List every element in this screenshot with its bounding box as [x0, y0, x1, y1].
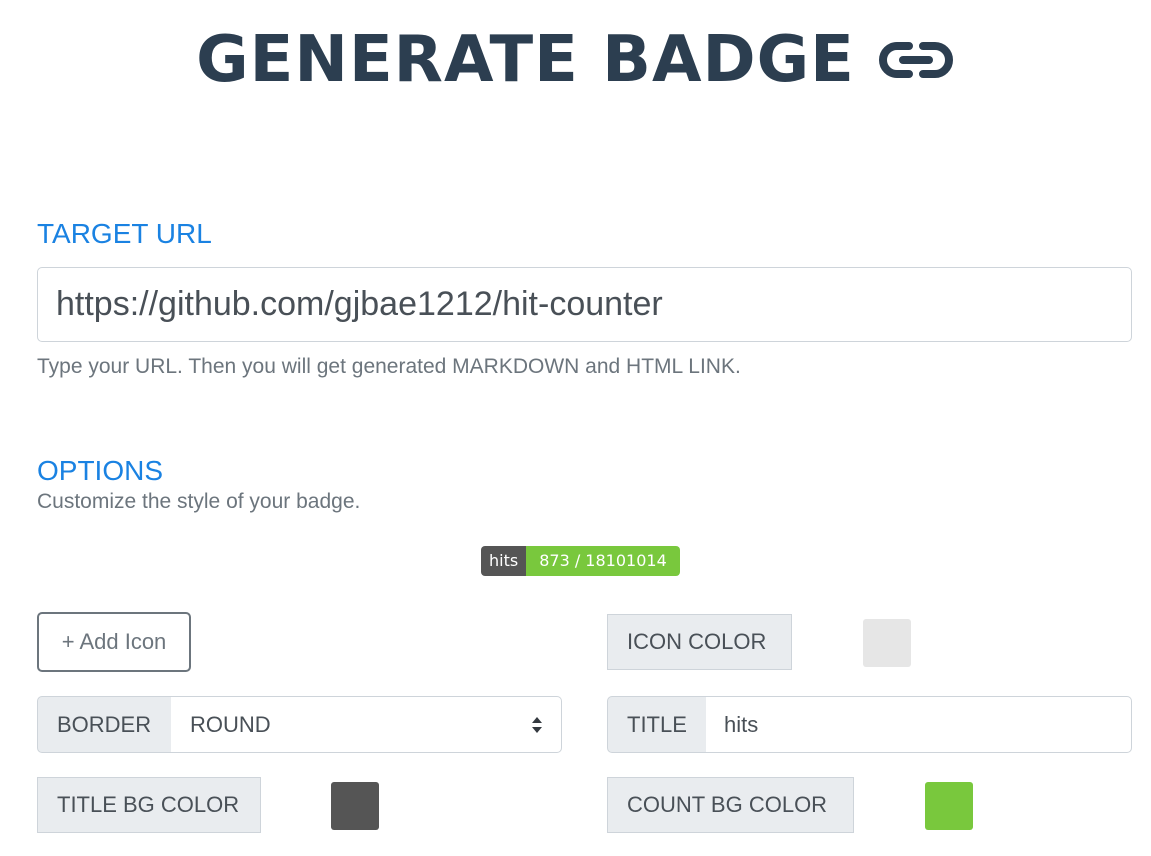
options-label: OPTIONS: [37, 455, 164, 486]
icon-color-swatch[interactable]: [863, 619, 911, 667]
border-label: BORDER: [37, 696, 172, 753]
icon-color-label: ICON COLOR: [607, 614, 792, 670]
page-title: GENERATE BADGE: [196, 23, 855, 97]
link-icon: [877, 38, 955, 82]
target-url-input[interactable]: [37, 267, 1132, 342]
title-input-value: hits: [724, 711, 759, 737]
count-bg-color-label: COUNT BG COLOR: [607, 777, 854, 833]
select-arrows-icon: [531, 715, 543, 735]
count-bg-color-swatch[interactable]: [925, 782, 973, 830]
border-select-value: ROUND: [190, 711, 271, 737]
badge-preview: hits 873 / 18101014: [481, 546, 680, 576]
badge-count: 873 / 18101014: [526, 546, 680, 576]
page-header: GENERATE BADGE: [0, 22, 1151, 98]
target-url-help: Type your URL. Then you will get generat…: [37, 355, 741, 378]
add-icon-button[interactable]: + Add Icon: [37, 612, 191, 672]
border-select[interactable]: ROUND: [171, 696, 562, 753]
title-bg-color-label: TITLE BG COLOR: [37, 777, 261, 833]
target-url-label: TARGET URL: [37, 218, 212, 249]
options-help: Customize the style of your badge.: [37, 490, 361, 513]
title-bg-color-swatch[interactable]: [331, 782, 379, 830]
title-input[interactable]: hits: [706, 696, 1132, 753]
badge-title: hits: [481, 546, 527, 576]
title-label: TITLE: [607, 696, 707, 753]
